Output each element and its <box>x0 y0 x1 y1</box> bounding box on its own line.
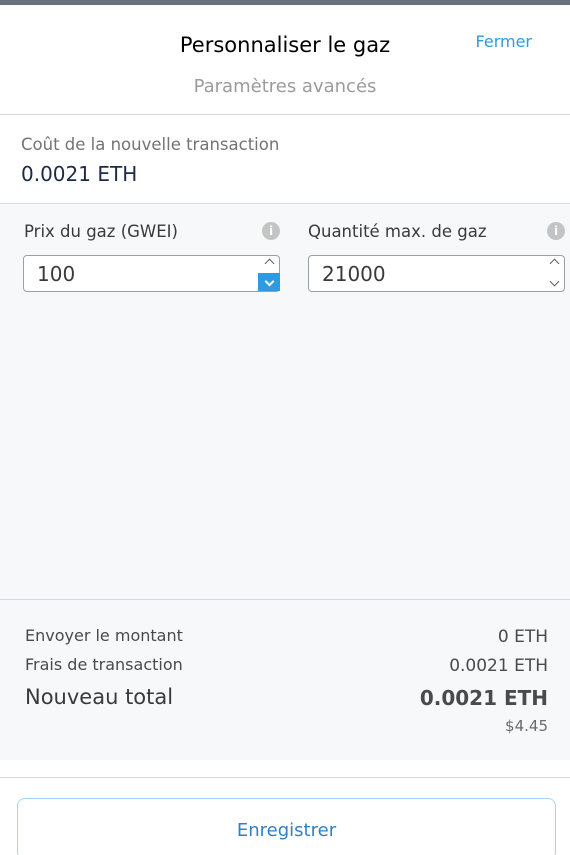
modal-footer: Enregistrer <box>0 777 570 855</box>
save-button[interactable]: Enregistrer <box>17 798 556 855</box>
cost-value: 0.0021 ETH <box>21 162 138 186</box>
gas-limit-stepper[interactable] <box>543 255 565 292</box>
gas-limit-label: Quantité max. de gaz <box>308 222 487 241</box>
increment-icon[interactable] <box>543 255 565 273</box>
gas-price-stepper[interactable] <box>258 255 280 292</box>
gas-price-label: Prix du gaz (GWEI) <box>24 222 178 241</box>
gas-inputs-panel: Prix du gaz (GWEI) i 100 Quantité max. d… <box>0 205 570 600</box>
increment-icon[interactable] <box>258 255 280 273</box>
total-fiat-value: $4.45 <box>505 717 548 735</box>
fee-label: Frais de transaction <box>25 655 183 674</box>
decrement-icon[interactable] <box>543 273 565 291</box>
gas-limit-value[interactable]: 21000 <box>322 262 386 286</box>
send-amount-value: 0 ETH <box>497 627 548 647</box>
decrement-icon[interactable] <box>258 273 280 291</box>
cost-label: Coût de la nouvelle transaction <box>21 135 280 154</box>
gas-limit-input[interactable]: 21000 <box>308 255 565 292</box>
modal-header: Personnaliser le gaz Fermer Paramètres a… <box>0 5 570 115</box>
total-label: Nouveau total <box>25 685 174 709</box>
close-button[interactable]: Fermer <box>476 32 532 51</box>
info-icon[interactable]: i <box>547 222 565 240</box>
send-amount-label: Envoyer le montant <box>25 626 183 645</box>
fee-value: 0.0021 ETH <box>449 656 548 676</box>
totals-panel: Envoyer le montant 0 ETH Frais de transa… <box>0 600 570 760</box>
info-icon[interactable]: i <box>262 222 280 240</box>
gas-price-input[interactable]: 100 <box>23 255 280 292</box>
advanced-tab[interactable]: Paramètres avancés <box>0 76 570 97</box>
total-value: 0.0021 ETH <box>419 686 548 710</box>
gas-price-value[interactable]: 100 <box>37 262 75 286</box>
new-transaction-cost: Coût de la nouvelle transaction 0.0021 E… <box>0 116 570 204</box>
